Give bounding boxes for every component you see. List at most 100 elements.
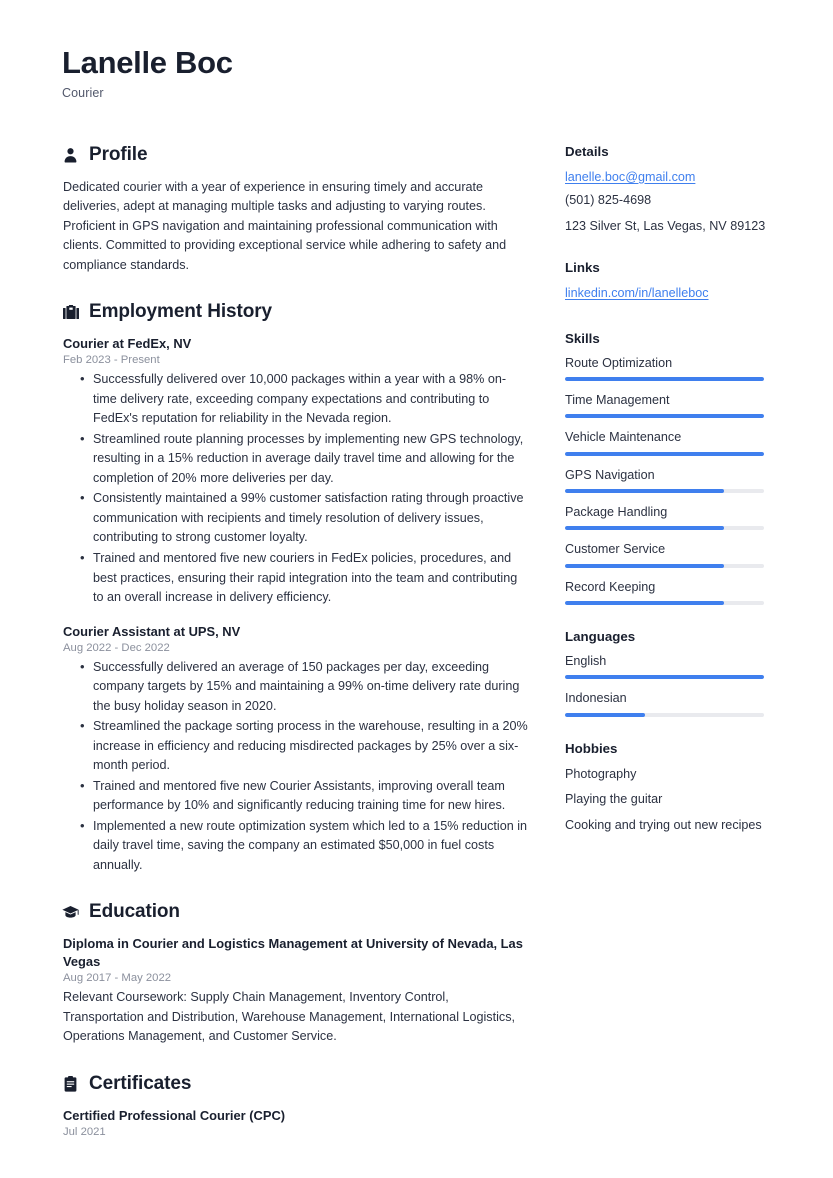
phone-number: (501) 825-4698 <box>565 192 652 207</box>
skill-label: Route Optimization <box>565 355 673 370</box>
employment-entry-bullets: Successfully delivered an average of 150… <box>63 657 528 876</box>
skill-rating-track <box>565 526 764 531</box>
certificate-entry-title: Certified Professional Courier (CPC) <box>63 1107 286 1123</box>
certificate-icon <box>62 1075 79 1092</box>
certificate-entry: Certified Professional Courier (CPC) Jul… <box>63 1107 528 1138</box>
list-item: Successfully delivered an average of 150… <box>80 657 528 717</box>
skill-item: Package Handling <box>565 504 785 531</box>
list-item: Implemented a new route optimization sys… <box>80 816 528 876</box>
hobby-item: Photography <box>565 766 637 781</box>
language-label: Indonesian <box>565 691 627 706</box>
skill-rating-track <box>565 563 764 568</box>
skill-label: Vehicle Maintenance <box>565 430 682 445</box>
education-entry-title: Diploma in Courier and Logistics Managem… <box>63 936 523 970</box>
graduation-cap-icon <box>62 904 79 921</box>
sidebar-title-skills: Skills <box>565 330 600 346</box>
list-item: Trained and mentored five new Courier As… <box>80 776 528 816</box>
skill-rating-fill <box>565 488 725 493</box>
candidate-job-title: Courier <box>62 85 104 100</box>
profile-body: Dedicated courier with a year of experie… <box>62 178 528 276</box>
sidebar-title-hobbies: Hobbies <box>565 740 618 756</box>
employment-entry-bullets: Successfully delivered over 10,000 packa… <box>63 369 528 608</box>
linkedin-link[interactable]: linkedin.com/in/lanelleboc <box>565 286 709 300</box>
sidebar-title-languages: Languages <box>565 629 636 645</box>
skill-rating-fill <box>565 414 764 419</box>
list-item: Trained and mentored five new couriers i… <box>80 548 528 608</box>
section-education: Education Diploma in Courier and Logisti… <box>62 901 528 1047</box>
section-title-employment: Employment History <box>89 301 272 323</box>
section-title-profile: Profile <box>89 143 148 165</box>
skill-label: Time Management <box>565 392 670 407</box>
education-entry-description: Relevant Coursework: Supply Chain Manage… <box>63 990 515 1044</box>
section-title-education: Education <box>89 901 180 923</box>
language-item: Indonesian <box>565 690 785 717</box>
section-header-certificates: Certificates <box>62 1073 528 1095</box>
candidate-name: Lanelle Boc <box>62 45 233 80</box>
skill-rating-fill <box>565 601 725 606</box>
sidebar-title-details: Details <box>565 143 609 159</box>
list-item: Streamlined route planning processes by … <box>80 429 528 489</box>
sidebar-skills: Skills Route Optimization Time Managemen… <box>565 331 785 606</box>
main-column: Profile Dedicated courier with a year of… <box>62 144 528 1164</box>
skill-rating-fill <box>565 526 725 531</box>
sidebar-hobbies: Hobbies Photography Playing the guitar C… <box>565 741 785 836</box>
skill-rating-track <box>565 488 764 493</box>
employment-entry-date: Aug 2022 - Dec 2022 <box>63 641 170 654</box>
skill-rating-track <box>565 414 764 419</box>
section-header-employment: Employment History <box>62 301 528 323</box>
employment-entry: Courier at FedEx, NV Feb 2023 - Present … <box>63 335 528 607</box>
skill-item: Vehicle Maintenance <box>565 429 785 456</box>
sidebar-links: Links linkedin.com/in/lanelleboc <box>565 260 785 307</box>
skill-item: GPS Navigation <box>565 467 785 493</box>
sidebar-column: Details lanelle.boc@gmail.com (501) 825-… <box>565 144 785 860</box>
briefcase-icon <box>62 304 79 321</box>
skill-label: Customer Service <box>565 542 666 557</box>
list-item: Consistently maintained a 99% customer s… <box>80 488 528 548</box>
section-header-education: Education <box>62 901 528 923</box>
skill-item: Record Keeping <box>565 579 785 606</box>
education-entries: Diploma in Courier and Logistics Managem… <box>62 935 528 1047</box>
skill-item: Customer Service <box>565 541 785 568</box>
employment-entry-title: Courier Assistant at UPS, NV <box>63 623 241 639</box>
skill-rating-track <box>565 376 764 381</box>
list-item: Successfully delivered over 10,000 packa… <box>80 369 528 429</box>
skill-item: Route Optimization <box>565 355 785 381</box>
resume-body: Profile Dedicated courier with a year of… <box>62 144 783 1164</box>
skill-rating-fill <box>565 451 764 456</box>
sidebar-details: Details lanelle.boc@gmail.com (501) 825-… <box>565 144 785 236</box>
certificate-entry-date: Jul 2021 <box>63 1126 106 1139</box>
language-item: English <box>565 653 785 680</box>
section-profile: Profile Dedicated courier with a year of… <box>62 144 528 276</box>
education-entry-date: Aug 2017 - May 2022 <box>63 972 172 985</box>
skill-label: GPS Navigation <box>565 467 655 482</box>
resume-header: Lanelle Boc Courier <box>62 45 783 100</box>
resume-page: Lanelle Boc Courier Profile Dedicated co… <box>0 0 833 1178</box>
employment-entries: Courier at FedEx, NV Feb 2023 - Present … <box>62 335 528 875</box>
sidebar-title-links: Links <box>565 259 600 275</box>
skill-rating-fill <box>565 563 725 568</box>
skill-item: Time Management <box>565 392 785 419</box>
skill-label: Package Handling <box>565 504 668 519</box>
section-header-profile: Profile <box>62 144 528 166</box>
education-entry: Diploma in Courier and Logistics Managem… <box>63 935 528 1047</box>
skill-rating-track <box>565 601 764 606</box>
skill-rating-fill <box>565 376 764 381</box>
profile-text: Dedicated courier with a year of experie… <box>63 179 507 272</box>
sidebar-languages: Languages English Indonesian <box>565 629 785 717</box>
language-label: English <box>565 654 607 669</box>
employment-entry-title: Courier at FedEx, NV <box>63 336 192 352</box>
person-icon <box>62 146 79 163</box>
language-rating-track <box>565 712 764 717</box>
hobby-item: Playing the guitar <box>565 792 663 807</box>
language-rating-fill <box>565 712 645 717</box>
language-rating-track <box>565 675 764 680</box>
employment-entry: Courier Assistant at UPS, NV Aug 2022 - … <box>63 623 528 876</box>
section-title-certificates: Certificates <box>89 1072 192 1094</box>
email-link[interactable]: lanelle.boc@gmail.com <box>565 170 695 184</box>
hobby-item: Cooking and trying out new recipes <box>565 817 762 832</box>
section-employment: Employment History Courier at FedEx, NV … <box>62 301 528 875</box>
list-item: Streamlined the package sorting process … <box>80 716 528 776</box>
section-certificates: Certificates Certified Professional Cour… <box>62 1073 528 1138</box>
certificate-entries: Certified Professional Courier (CPC) Jul… <box>62 1107 528 1138</box>
skill-label: Record Keeping <box>565 579 656 594</box>
